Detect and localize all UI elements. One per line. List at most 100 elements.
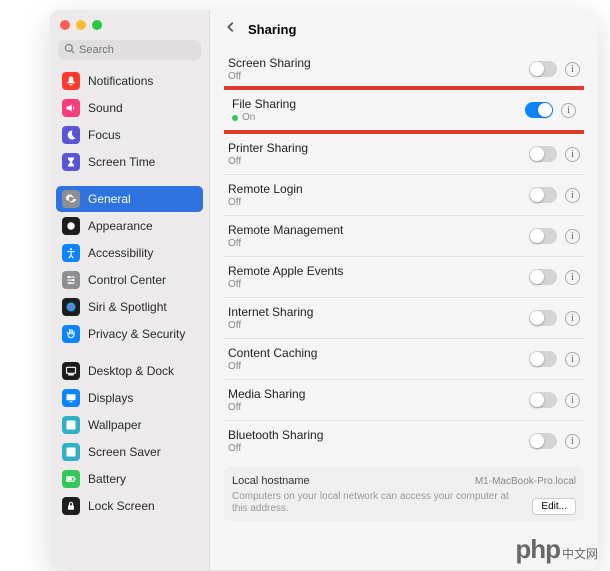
- hand-icon: [62, 325, 80, 343]
- info-icon[interactable]: i: [565, 393, 580, 408]
- toggle-switch[interactable]: [529, 187, 557, 203]
- sidebar-item-lock-screen[interactable]: Lock Screen: [56, 493, 203, 519]
- info-icon[interactable]: i: [565, 188, 580, 203]
- row-status: Off: [228, 238, 521, 249]
- toggle-switch[interactable]: [529, 351, 557, 367]
- siri-icon: [62, 298, 80, 316]
- sidebar-item-desktop-dock[interactable]: Desktop & Dock: [56, 358, 203, 384]
- row-text: Remote ManagementOff: [228, 223, 521, 249]
- header: Sharing: [224, 18, 584, 49]
- info-icon[interactable]: i: [565, 62, 580, 77]
- row-label: Bluetooth Sharing: [228, 428, 521, 442]
- row-status-text: Off: [228, 279, 241, 290]
- toggle-switch[interactable]: [529, 228, 557, 244]
- toggle-switch[interactable]: [529, 310, 557, 326]
- back-button[interactable]: [224, 20, 238, 39]
- sidebar-item-sound[interactable]: Sound: [56, 95, 203, 121]
- row-text: File SharingOn: [232, 97, 517, 123]
- search-input[interactable]: [79, 44, 195, 56]
- row-label: File Sharing: [232, 97, 517, 111]
- display-icon: [62, 389, 80, 407]
- sidebar-item-label: Appearance: [88, 219, 153, 233]
- row-status-text: Off: [228, 402, 241, 413]
- local-hostname-label: Local hostname: [232, 475, 310, 487]
- sidebar-item-label: Focus: [88, 128, 121, 142]
- battery-icon: [62, 470, 80, 488]
- sidebar-item-screen-time[interactable]: Screen Time: [56, 149, 203, 175]
- row-status: Off: [228, 402, 521, 413]
- sidebar-item-label: Desktop & Dock: [88, 364, 174, 378]
- row-text: Media SharingOff: [228, 387, 521, 413]
- sidebar-item-notifications[interactable]: Notifications: [56, 68, 203, 94]
- settings-window: Notifications Sound Focus Screen Time Genera…: [50, 10, 598, 570]
- row-status: Off: [228, 443, 521, 454]
- sidebar-item-label: Siri & Spotlight: [88, 300, 167, 314]
- row-status: On: [232, 112, 517, 123]
- sharing-row-screen-sharing: Screen SharingOff i: [224, 49, 584, 90]
- row-status-text: Off: [228, 361, 241, 372]
- sidebar-item-wallpaper[interactable]: Wallpaper: [56, 412, 203, 438]
- sidebar-item-label: Privacy & Security: [88, 327, 185, 341]
- page-title: Sharing: [248, 22, 296, 37]
- row-label: Printer Sharing: [228, 141, 521, 155]
- lock-icon: [62, 497, 80, 515]
- sharing-row-printer-sharing: Printer SharingOffi: [224, 134, 584, 175]
- row-status-text: On: [242, 112, 255, 123]
- sidebar-items: Notifications Sound Focus Screen Time Genera…: [50, 68, 209, 570]
- info-icon[interactable]: i: [565, 229, 580, 244]
- sidebar-item-label: Screen Saver: [88, 445, 161, 459]
- row-text: Bluetooth SharingOff: [228, 428, 521, 454]
- info-icon[interactable]: i: [561, 103, 576, 118]
- sharing-row-file-sharing: File SharingOn i: [228, 90, 580, 130]
- info-icon[interactable]: i: [565, 270, 580, 285]
- toggle-switch[interactable]: [529, 433, 557, 449]
- sidebar-item-label: Notifications: [88, 74, 153, 88]
- sharing-row-remote-management: Remote ManagementOff i: [224, 216, 584, 257]
- row-label: Remote Login: [228, 182, 521, 196]
- sidebar-item-focus[interactable]: Focus: [56, 122, 203, 148]
- main-panel: Sharing Screen SharingOffiFile SharingOn…: [210, 10, 598, 570]
- sidebar-item-privacy-security[interactable]: Privacy & Security: [56, 321, 203, 347]
- sharing-row-bluetooth-sharing: Bluetooth SharingOff i: [224, 421, 584, 461]
- info-icon[interactable]: i: [565, 352, 580, 367]
- sidebar-item-general[interactable]: General: [56, 186, 203, 212]
- sidebar-item-battery[interactable]: Battery: [56, 466, 203, 492]
- toggle-switch[interactable]: [529, 61, 557, 77]
- sidebar-item-label: Wallpaper: [88, 418, 142, 432]
- search-field[interactable]: [58, 40, 201, 60]
- sharing-row-remote-login: Remote LoginOff i: [224, 175, 584, 216]
- saver-icon: [62, 443, 80, 461]
- info-icon[interactable]: i: [565, 311, 580, 326]
- sidebar-item-displays[interactable]: Displays: [56, 385, 203, 411]
- sidebar-item-appearance[interactable]: Appearance: [56, 213, 203, 239]
- minimize-window-button[interactable]: [76, 20, 86, 30]
- sidebar-item-label: Accessibility: [88, 246, 153, 260]
- toggle-switch[interactable]: [529, 392, 557, 408]
- row-status-text: Off: [228, 238, 241, 249]
- sidebar-item-label: Sound: [88, 101, 123, 115]
- sharing-rows: Screen SharingOffiFile SharingOniPrinter…: [224, 49, 584, 461]
- edit-hostname-button[interactable]: Edit...: [532, 498, 576, 515]
- access-icon: [62, 244, 80, 262]
- sharing-row-internet-sharing: Internet SharingOffi: [224, 298, 584, 339]
- sidebar-item-screen-saver[interactable]: Screen Saver: [56, 439, 203, 465]
- row-status-text: Off: [228, 443, 241, 454]
- row-text: Remote LoginOff: [228, 182, 521, 208]
- toggle-switch[interactable]: [529, 146, 557, 162]
- row-status-text: Off: [228, 71, 241, 82]
- info-icon[interactable]: i: [565, 147, 580, 162]
- sidebar-item-label: Battery: [88, 472, 126, 486]
- row-text: Content CachingOff: [228, 346, 521, 372]
- close-window-button[interactable]: [60, 20, 70, 30]
- toggle-switch[interactable]: [529, 269, 557, 285]
- window-controls: [50, 10, 209, 36]
- zoom-window-button[interactable]: [92, 20, 102, 30]
- row-text: Screen SharingOff: [228, 56, 521, 82]
- row-label: Remote Management: [228, 223, 521, 237]
- sidebar-item-control-center[interactable]: Control Center: [56, 267, 203, 293]
- sidebar-item-accessibility[interactable]: Accessibility: [56, 240, 203, 266]
- info-icon[interactable]: i: [565, 434, 580, 449]
- bell-icon: [62, 72, 80, 90]
- sidebar-item-siri-spotlight[interactable]: Siri & Spotlight: [56, 294, 203, 320]
- toggle-switch[interactable]: [525, 102, 553, 118]
